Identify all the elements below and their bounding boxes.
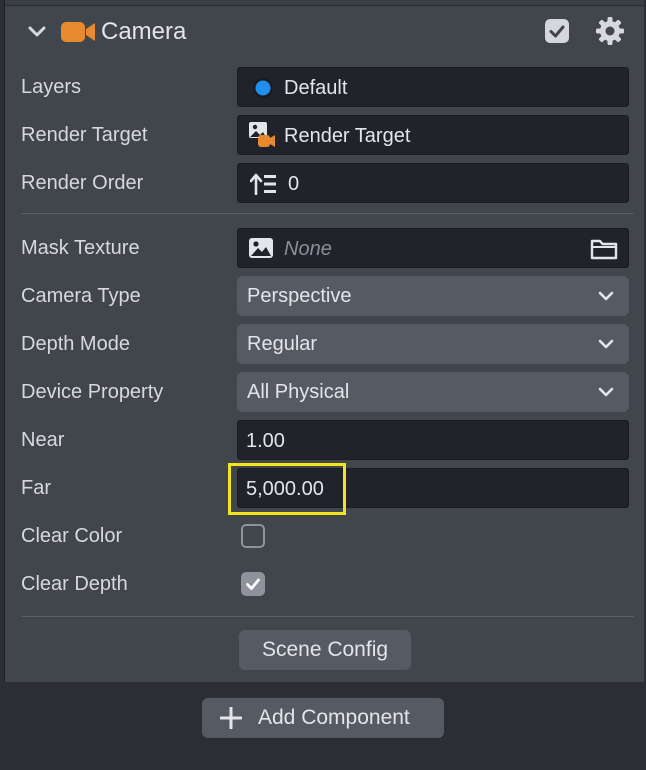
add-component-label: Add Component [258, 706, 410, 729]
render-target-value: Render Target [284, 125, 411, 147]
chevron-down-icon [598, 291, 614, 301]
scene-config-button[interactable]: Scene Config [239, 630, 411, 670]
clear-color-label: Clear Color [21, 525, 123, 547]
far-input[interactable]: 5,000.00 [237, 468, 629, 508]
device-property-label: Device Property [21, 381, 164, 403]
top-edge [5, 0, 644, 6]
gear-icon[interactable] [595, 16, 625, 46]
near-input[interactable]: 1.00 [237, 420, 629, 460]
layer-dot-icon [253, 78, 273, 98]
check-icon [549, 25, 565, 38]
camera-type-value: Perspective [247, 285, 352, 307]
chevron-down-icon[interactable] [27, 22, 47, 42]
camera-type-label: Camera Type [21, 285, 141, 307]
device-property-dropdown[interactable]: All Physical [237, 372, 629, 412]
sort-order-icon [250, 173, 276, 195]
far-value: 5,000.00 [246, 478, 324, 500]
chevron-down-icon [598, 339, 614, 349]
far-row: Far 5,000.00 [5, 468, 644, 508]
clear-depth-label: Clear Depth [21, 573, 128, 595]
depth-mode-value: Regular [247, 333, 318, 355]
clear-depth-checkbox[interactable] [241, 572, 265, 596]
render-target-row: Render Target Render Target [5, 115, 644, 155]
clear-depth-row: Clear Depth [5, 564, 644, 604]
camera-type-row: Camera Type Perspective [5, 276, 644, 316]
section-divider [21, 213, 634, 214]
mask-texture-label: Mask Texture [21, 237, 140, 259]
render-order-label: Render Order [21, 172, 144, 194]
layers-row: Layers Default [5, 67, 644, 107]
component-header[interactable]: Camera [5, 10, 644, 54]
render-target-icon [249, 122, 275, 147]
add-component-button[interactable]: Add Component [202, 698, 444, 738]
component-enabled-checkbox[interactable] [545, 19, 569, 43]
render-order-field[interactable]: 0 [237, 163, 629, 203]
layers-value: Default [284, 77, 348, 99]
depth-mode-row: Depth Mode Regular [5, 324, 644, 364]
layers-field[interactable]: Default [237, 67, 629, 107]
depth-mode-label: Depth Mode [21, 333, 130, 355]
camera-icon [61, 22, 95, 42]
mask-texture-value: None [284, 238, 332, 260]
inspector-panel: Camera Layers Default Render Target Rend… [4, 0, 644, 682]
far-label: Far [21, 477, 51, 499]
device-property-row: Device Property All Physical [5, 372, 644, 412]
clear-color-row: Clear Color [5, 516, 644, 556]
section-divider [21, 616, 634, 617]
render-order-value: 0 [288, 173, 300, 195]
near-value: 1.00 [246, 430, 285, 452]
layers-label: Layers [21, 76, 82, 98]
camera-type-dropdown[interactable]: Perspective [237, 276, 629, 316]
render-target-field[interactable]: Render Target [237, 115, 629, 155]
mask-texture-field[interactable]: None [237, 228, 629, 268]
clear-color-checkbox[interactable] [241, 524, 265, 548]
plus-icon [220, 707, 242, 729]
render-order-row: Render Order 0 [5, 163, 644, 203]
mask-texture-row: Mask Texture None [5, 228, 644, 268]
image-icon [249, 238, 273, 258]
render-target-label: Render Target [21, 124, 148, 146]
folder-icon[interactable] [590, 238, 618, 260]
near-row: Near 1.00 [5, 420, 644, 460]
near-label: Near [21, 429, 65, 451]
check-icon [246, 578, 260, 590]
depth-mode-dropdown[interactable]: Regular [237, 324, 629, 364]
device-property-value: All Physical [247, 381, 350, 403]
chevron-down-icon [598, 387, 614, 397]
component-title: Camera [101, 18, 187, 45]
